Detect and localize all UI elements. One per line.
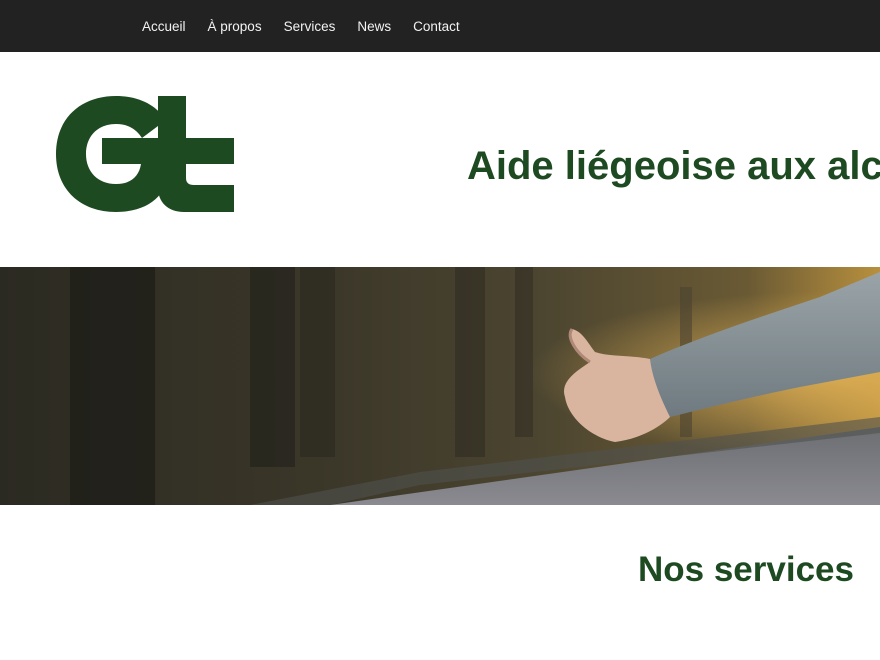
top-navigation-bar: Accueil À propos Services News Contact (0, 0, 880, 52)
alt-logo-icon[interactable] (56, 94, 236, 214)
hitchhiker-photo-icon (0, 267, 880, 505)
site-header: Aide liégeoise aux alcoolique (0, 52, 880, 267)
site-title: Aide liégeoise aux alcoolique (467, 144, 880, 188)
nav-item-contact[interactable]: Contact (413, 19, 460, 34)
nav-item-news[interactable]: News (357, 19, 391, 34)
nav-item-services[interactable]: Services (284, 19, 336, 34)
nav-item-accueil[interactable]: Accueil (142, 19, 186, 34)
hero-banner (0, 267, 880, 505)
nav-item-a-propos[interactable]: À propos (208, 19, 262, 34)
main-nav: Accueil À propos Services News Contact (142, 0, 460, 52)
section-title-services: Nos services (638, 550, 854, 589)
